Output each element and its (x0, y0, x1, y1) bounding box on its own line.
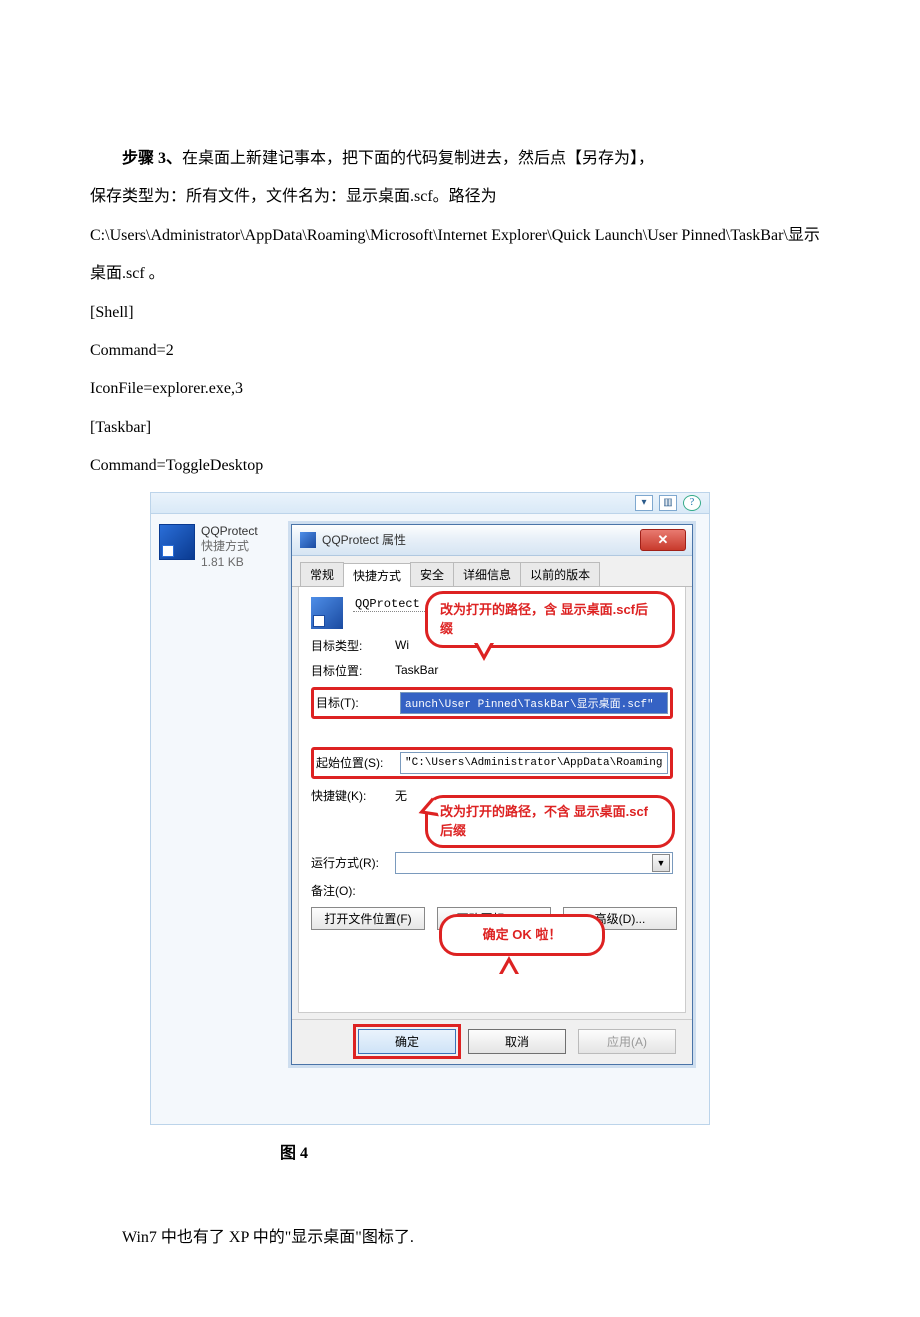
code-line-0: [Shell] (90, 294, 830, 332)
apply-button[interactable]: 应用(A) (578, 1029, 676, 1054)
input-target[interactable]: aunch\User Pinned\TaskBar\显示桌面.scf" (400, 692, 668, 714)
annotation-tail-ok-inner (502, 962, 516, 975)
dialog-title-left: QQProtect 属性 (300, 531, 406, 548)
dialog-title-icon (300, 532, 316, 548)
dialog-body: QQProtect 改为打开的路径，含 显示桌面.scf后缀 目标类型: Wi … (298, 587, 686, 1013)
figure-label: 图 4 (280, 1139, 830, 1163)
annotation-ok: 确定 OK 啦！ (439, 914, 605, 956)
lbl-target-loc: 目标位置: (311, 662, 389, 679)
file-name: QQProtect (201, 524, 258, 540)
help-icon[interactable]: ? (683, 495, 701, 511)
tab-security[interactable]: 安全 (410, 562, 454, 586)
file-meta: QQProtect 快捷方式 1.81 KB (201, 524, 258, 571)
val-target-type: Wi (395, 638, 409, 652)
layout-icon[interactable]: ▥ (659, 495, 677, 511)
explorer-toolbar: ▾ ▥ ? (151, 493, 709, 514)
figure-4: ▾ ▥ ? QQProtect 快捷方式 1.81 KB (150, 492, 830, 1163)
tab-shortcut[interactable]: 快捷方式 (343, 563, 411, 587)
code-line-4: Command=ToggleDesktop (90, 447, 830, 485)
lbl-run: 运行方式(R): (311, 854, 389, 871)
val-hotkey: 无 (395, 787, 407, 804)
line-2: 保存类型为：所有文件，文件名为：显示桌面.scf。路径为 (90, 178, 830, 216)
val-target-loc: TaskBar (395, 663, 438, 677)
file-item-qqprotect[interactable]: QQProtect 快捷方式 1.81 KB (159, 524, 258, 571)
line-3: C:\Users\Administrator\AppData\Roaming\M… (90, 217, 830, 294)
row-startin: 起始位置(S): "C:\Users\Administrator\AppData… (311, 747, 673, 779)
combo-run[interactable]: ▼ (395, 852, 673, 874)
open-file-location-button[interactable]: 打开文件位置(F) (311, 907, 425, 930)
lbl-comment: 备注(O): (311, 882, 389, 899)
annotation-startin-note: 改为打开的路径，不含 显示桌面.scf后缀 (425, 795, 675, 848)
dialog-title-text: QQProtect 属性 (322, 531, 406, 548)
document-page: 步骤 3、在桌面上新建记事本，把下面的代码复制进去，然后点【另存为】， 保存类型… (0, 0, 920, 1317)
annotation-tail-1-inner (477, 641, 491, 654)
lbl-hotkey: 快捷键(K): (311, 787, 389, 804)
file-size: 1.81 KB (201, 555, 258, 571)
step-3-para: 步骤 3、在桌面上新建记事本，把下面的代码复制进去，然后点【另存为】， (90, 140, 830, 178)
lbl-target-type: 目标类型: (311, 637, 389, 654)
tab-general[interactable]: 常规 (300, 562, 344, 586)
dialog-footer: 确定 取消 应用(A) (292, 1019, 692, 1064)
row-comment: 备注(O): (311, 882, 673, 899)
row-target-loc: 目标位置: TaskBar (311, 662, 673, 679)
chevron-down-icon: ▼ (652, 854, 670, 872)
code-line-2: IconFile=explorer.exe,3 (90, 370, 830, 408)
ok-button[interactable]: 确定 (358, 1029, 456, 1054)
input-startin[interactable]: "C:\Users\Administrator\AppData\Roaming (400, 752, 668, 774)
close-button[interactable]: ✕ (640, 529, 686, 551)
tab-details[interactable]: 详细信息 (453, 562, 521, 586)
lbl-target: 目标(T): (316, 694, 394, 711)
code-line-3: [Taskbar] (90, 409, 830, 447)
row-run: 运行方式(R): ▼ (311, 852, 673, 874)
dialog-tabs: 常规 快捷方式 安全 详细信息 以前的版本 (292, 556, 692, 587)
explorer-body: QQProtect 快捷方式 1.81 KB QQProtect 属性 ✕ (151, 514, 709, 1124)
dialog-titlebar: QQProtect 属性 ✕ (292, 525, 692, 556)
step-text: 在桌面上新建记事本，把下面的代码复制进去，然后点【另存为】， (182, 150, 654, 167)
shortcut-file-icon (159, 524, 195, 560)
properties-dialog: QQProtect 属性 ✕ 常规 快捷方式 安全 详细信息 以前的版本 (291, 524, 693, 1065)
annotation-target-note: 改为打开的路径，含 显示桌面.scf后缀 (425, 591, 675, 648)
final-paragraph: Win7 中也有了 XP 中的"显示桌面"图标了. (90, 1219, 830, 1257)
cancel-button[interactable]: 取消 (468, 1029, 566, 1054)
code-line-1: Command=2 (90, 332, 830, 370)
view-toggle-icon[interactable]: ▾ (635, 495, 653, 511)
explorer-window: ▾ ▥ ? QQProtect 快捷方式 1.81 KB (150, 492, 710, 1125)
step-label: 步骤 3、 (122, 150, 182, 167)
file-type: 快捷方式 (201, 539, 258, 555)
row-target: 目标(T): aunch\User Pinned\TaskBar\显示桌面.sc… (311, 687, 673, 719)
lbl-startin: 起始位置(S): (316, 754, 394, 771)
shortcut-large-icon (311, 597, 343, 629)
tab-previous[interactable]: 以前的版本 (520, 562, 600, 586)
